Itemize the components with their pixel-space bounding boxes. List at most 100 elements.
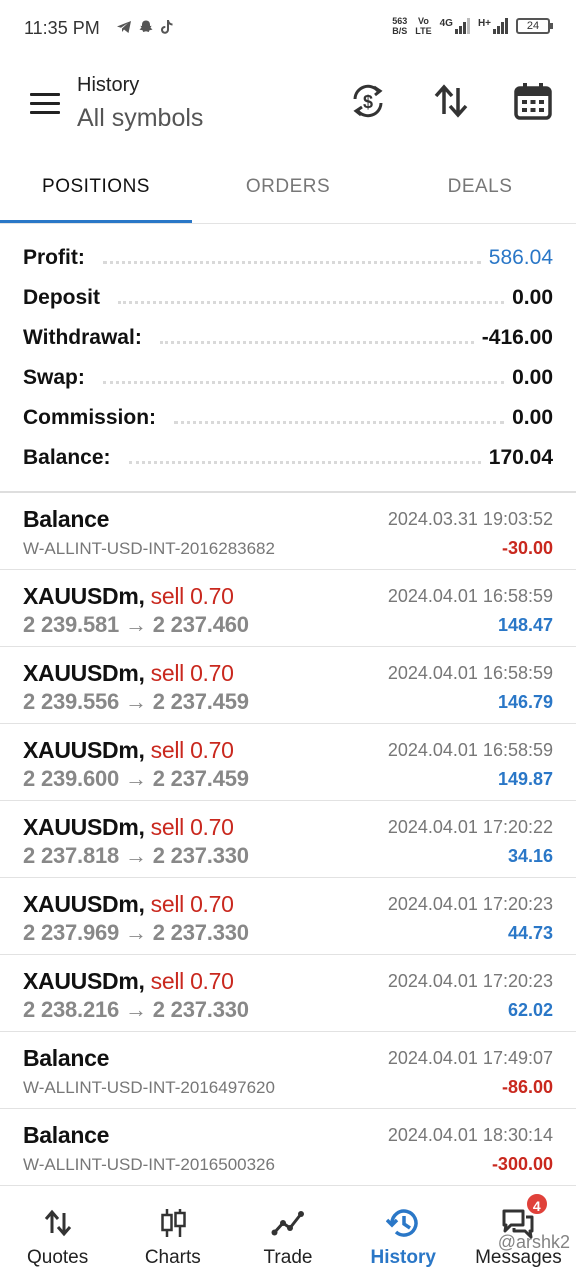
deal-lot: 0.70 xyxy=(190,737,234,763)
menu-icon[interactable] xyxy=(30,93,60,115)
deal-symbol: XAUUSDm, sell 0.70 xyxy=(23,737,234,764)
tab-deals[interactable]: DEALS xyxy=(384,158,576,224)
deal-type: Balance xyxy=(23,506,110,532)
telegram-icon xyxy=(117,21,131,33)
deal-time: 2024.04.01 17:20:23 xyxy=(387,971,553,991)
deal-lot: 0.70 xyxy=(190,660,234,686)
deal-lot: 0.70 xyxy=(190,814,234,840)
arrow-icon: → xyxy=(125,843,147,868)
deal-time: 2024.03.31 19:03:52 xyxy=(387,509,553,529)
status-app-icons xyxy=(116,19,174,35)
deal-time: 2024.04.01 16:58:59 xyxy=(387,663,553,683)
nav-trade-label: Trade xyxy=(263,1247,313,1268)
status-indicators: 563 B/S Vo LTE 4G H+ 24 xyxy=(392,16,553,36)
list-item[interactable]: XAUUSDm, sell 0.70 2 239.581 → 2 237.460… xyxy=(0,570,576,647)
nav-quotes[interactable]: Quotes xyxy=(0,1186,115,1280)
arrow-icon: → xyxy=(125,766,147,791)
commission-value: 0.00 xyxy=(512,406,553,429)
dot-leader xyxy=(159,340,474,344)
deal-side: sell xyxy=(150,968,185,994)
deal-profit: -300.00 xyxy=(491,1154,553,1174)
arrow-icon: → xyxy=(125,689,147,714)
deal-symbol: XAUUSDm, sell 0.70 xyxy=(23,968,234,995)
account-summary: Profit: 586.04 Deposit 0.00 Withdrawal: … xyxy=(0,238,576,478)
list-item[interactable]: XAUUSDm, sell 0.70 2 239.600 → 2 237.459… xyxy=(0,724,576,801)
deal-time: 2024.04.01 18:30:14 xyxy=(387,1125,553,1145)
deal-lot: 0.70 xyxy=(190,583,234,609)
symbol-filter[interactable]: All symbols xyxy=(77,104,203,133)
status-bar: 11:35 PM 563 B/S Vo LTE 4G H+ 24 xyxy=(0,0,576,58)
deal-profit: 44.73 xyxy=(507,923,553,943)
quotes-icon xyxy=(44,1209,71,1237)
deal-prices: 2 237.969 → 2 237.330 xyxy=(23,920,249,946)
deal-time: 2024.04.01 17:20:23 xyxy=(387,894,553,914)
page-title: History xyxy=(77,74,140,96)
nav-charts[interactable]: Charts xyxy=(115,1186,230,1280)
calendar-icon[interactable] xyxy=(512,80,554,122)
summary-row-commission: Commission: 0.00 xyxy=(0,398,576,438)
deal-profit: 34.16 xyxy=(507,846,553,866)
nav-history[interactable]: History xyxy=(346,1186,461,1280)
list-item[interactable]: XAUUSDm, sell 0.70 2 239.556 → 2 237.459… xyxy=(0,647,576,724)
dot-leader xyxy=(128,460,481,464)
dot-leader xyxy=(174,420,505,424)
summary-row-profit: Profit: 586.04 xyxy=(0,238,576,278)
withdrawal-label: Withdrawal: xyxy=(23,326,152,350)
dot-leader xyxy=(118,300,505,304)
snapchat-icon xyxy=(139,20,153,32)
deal-type: Balance xyxy=(23,1122,110,1148)
list-item[interactable]: XAUUSDm, sell 0.70 2 237.969 → 2 237.330… xyxy=(0,878,576,955)
open-price: 2 239.581 xyxy=(23,612,120,637)
deal-side: sell xyxy=(150,891,185,917)
sort-icon[interactable] xyxy=(430,80,472,122)
symbol-name: XAUUSDm, xyxy=(23,891,145,917)
deal-prices: 2 239.600 → 2 237.459 xyxy=(23,766,249,792)
history-icon xyxy=(386,1209,418,1237)
deal-profit: 148.47 xyxy=(497,615,553,635)
open-price: 2 239.600 xyxy=(23,766,120,791)
history-tabs: POSITIONS ORDERS DEALS xyxy=(0,158,576,224)
balance-label: Balance: xyxy=(23,446,121,470)
tab-positions[interactable]: POSITIONS xyxy=(0,158,192,224)
arrow-icon: → xyxy=(125,997,147,1022)
signal-icon-sim2: H+ xyxy=(478,18,508,34)
close-price: 2 237.459 xyxy=(152,766,249,791)
network-speed: 563 B/S xyxy=(392,16,407,36)
summary-row-withdrawal: Withdrawal: -416.00 xyxy=(0,318,576,358)
list-item[interactable]: Balance W-ALLINT-USD-INT-2016500326 2024… xyxy=(0,1109,576,1186)
deal-profit: 149.87 xyxy=(497,769,553,789)
app-header: History All symbols $ xyxy=(0,58,576,158)
deal-comment: W-ALLINT-USD-INT-2016497620 xyxy=(23,1078,275,1097)
deal-profit: 62.02 xyxy=(507,1000,553,1020)
svg-text:$: $ xyxy=(363,92,373,112)
symbol-name: XAUUSDm, xyxy=(23,583,145,609)
list-item[interactable]: XAUUSDm, sell 0.70 2 238.216 → 2 237.330… xyxy=(0,955,576,1032)
open-price: 2 237.818 xyxy=(23,843,120,868)
symbol-name: XAUUSDm, xyxy=(23,968,145,994)
signal2-label: H+ xyxy=(477,18,491,29)
deal-side: sell xyxy=(150,583,185,609)
nav-trade[interactable]: Trade xyxy=(230,1186,345,1280)
summary-row-balance: Balance: 170.04 xyxy=(0,438,576,478)
close-price: 2 237.459 xyxy=(152,689,249,714)
tabs-divider xyxy=(0,223,576,224)
summary-row-deposit: Deposit 0.00 xyxy=(0,278,576,318)
network-speed-unit: B/S xyxy=(392,26,408,36)
close-price: 2 237.330 xyxy=(152,843,249,868)
list-item[interactable]: XAUUSDm, sell 0.70 2 237.818 → 2 237.330… xyxy=(0,801,576,878)
deal-symbol: XAUUSDm, sell 0.70 xyxy=(23,814,234,841)
tab-orders[interactable]: ORDERS xyxy=(192,158,384,224)
nav-quotes-label: Quotes xyxy=(26,1247,89,1268)
bottom-navigation: Quotes Charts Trade History 4 Messages xyxy=(0,1186,576,1280)
list-item[interactable]: Balance W-ALLINT-USD-INT-2016497620 2024… xyxy=(0,1032,576,1109)
watermark: @arshk2 xyxy=(497,1232,570,1252)
deal-symbol: XAUUSDm, sell 0.70 xyxy=(23,660,234,687)
volte-indicator: Vo LTE xyxy=(415,16,431,36)
list-item[interactable]: Balance W-ALLINT-USD-INT-2016283682 2024… xyxy=(0,493,576,570)
dot-leader xyxy=(102,260,481,264)
deal-time: 2024.04.01 17:49:07 xyxy=(387,1048,553,1068)
battery-icon: 24 xyxy=(516,18,553,34)
balance-value: 170.04 xyxy=(488,446,553,469)
currency-exchange-icon[interactable]: $ xyxy=(347,80,389,122)
deposit-label: Deposit xyxy=(23,286,111,310)
